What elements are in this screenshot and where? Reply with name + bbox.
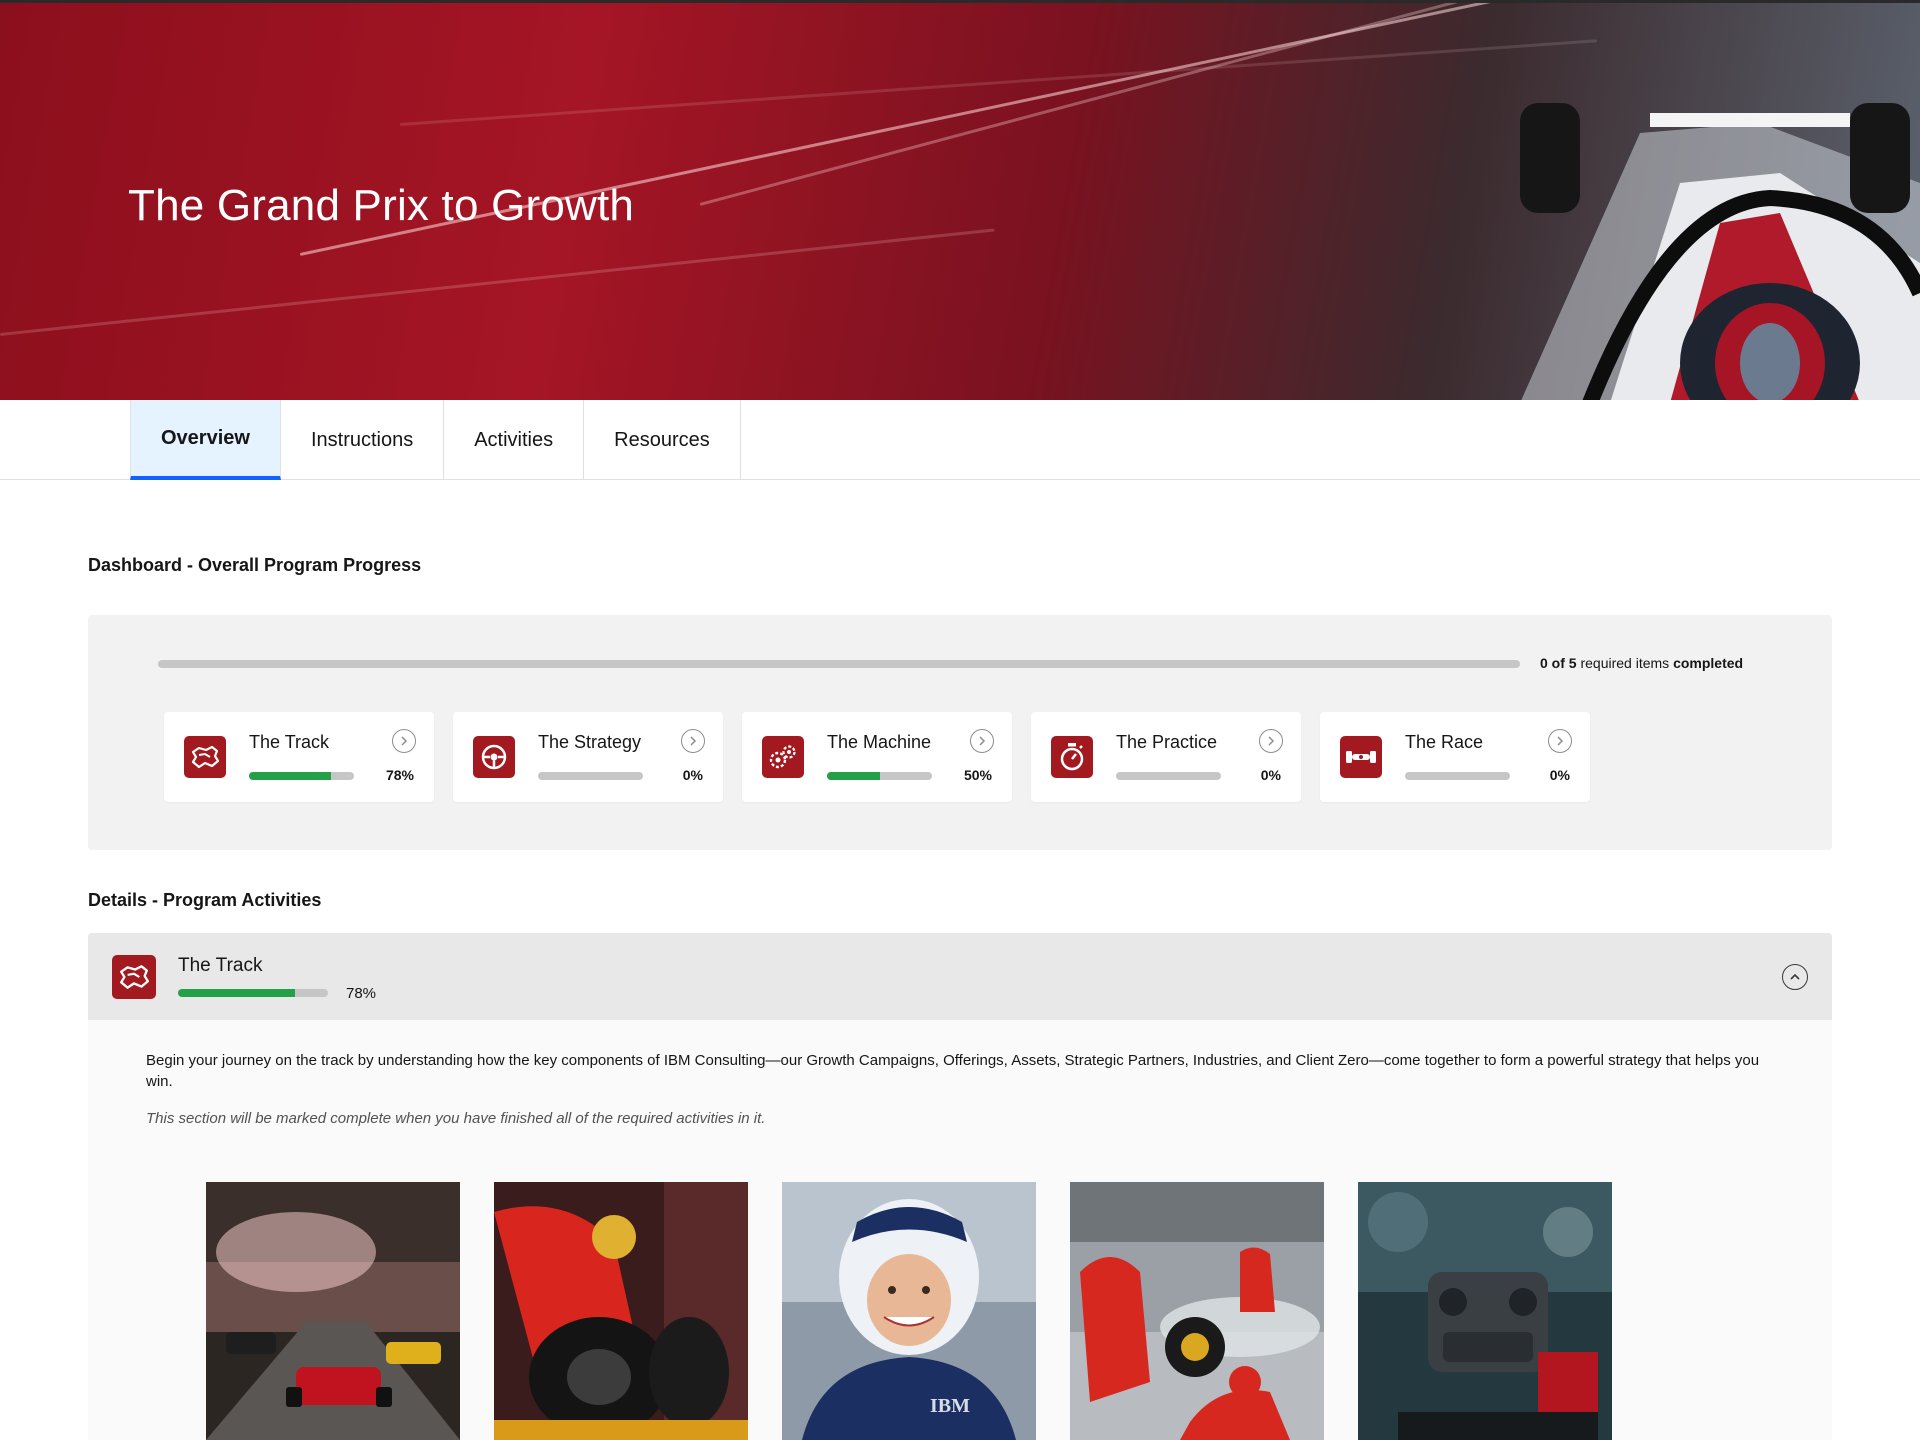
card-title: The Track (249, 732, 330, 752)
progress-card-race[interactable]: The Race 0% (1320, 712, 1590, 802)
tab-instructions[interactable]: Instructions (281, 400, 445, 480)
tab-resources[interactable]: Resources (584, 400, 741, 480)
race-car-icon (1340, 736, 1382, 778)
card-title: The Race (1405, 732, 1484, 752)
pit-stop-image (1070, 1182, 1324, 1440)
section-description: Begin your journey on the track by under… (146, 1052, 1760, 1090)
chevron-up-icon[interactable] (1782, 964, 1808, 990)
chevron-right-icon[interactable] (681, 729, 705, 753)
card-percent: 78% (385, 767, 414, 783)
card-progress-bar (249, 772, 354, 780)
tab-activities[interactable]: Activities (444, 400, 585, 480)
track-map-icon (112, 955, 156, 999)
overall-progress-bar (158, 660, 1520, 668)
card-progress-fill (827, 772, 880, 780)
activity-tile[interactable]: IBM (782, 1182, 1036, 1440)
card-percent: 0% (682, 767, 703, 783)
progress-card-track[interactable]: The Track 78% (164, 712, 434, 802)
overall-count: 0 of 5 (1540, 655, 1577, 671)
pit-crew-tire-image (494, 1182, 748, 1440)
progress-card-machine[interactable]: The Machine 50% (742, 712, 1012, 802)
driver-helmet-image: IBM (782, 1182, 1036, 1440)
dashboard-title: Dashboard - Overall Program Progress (88, 555, 422, 575)
speed-streak (0, 228, 995, 336)
card-progress-bar (1116, 772, 1221, 780)
overall-mid: required items (1576, 655, 1674, 671)
section-percent: 78% (346, 985, 377, 1002)
chevron-right-icon[interactable] (392, 729, 416, 753)
race-car-image (1520, 103, 1920, 400)
tab-bar: Overview Instructions Activities Resourc… (0, 400, 1920, 480)
progress-card-practice[interactable]: The Practice 0% (1031, 712, 1301, 802)
accordion-body-track: Begin your journey on the track by under… (88, 1020, 1832, 1440)
card-percent: 0% (1260, 767, 1281, 783)
chevron-right-icon[interactable] (1259, 729, 1283, 753)
dashboard-panel: 0 of 5 required items completed The Trac… (88, 615, 1832, 850)
card-progress-bar (827, 772, 932, 780)
tab-overview[interactable]: Overview (130, 400, 281, 480)
activity-tile[interactable] (206, 1182, 460, 1440)
speed-streak (399, 39, 1598, 126)
details-title: Details - Program Activities (88, 890, 322, 910)
activity-tile[interactable] (494, 1182, 748, 1440)
section-progress-fill (178, 989, 295, 997)
engine-image (1358, 1182, 1612, 1440)
card-percent: 0% (1549, 767, 1570, 783)
card-progress-fill (249, 772, 331, 780)
gears-icon (762, 736, 804, 778)
page-title: The Grand Prix to Growth (128, 181, 635, 230)
card-progress-bar (538, 772, 643, 780)
hero-banner: The Grand Prix to Growth (0, 0, 1920, 400)
activity-tile[interactable] (1358, 1182, 1612, 1440)
chevron-right-icon[interactable] (970, 729, 994, 753)
card-title: The Strategy (538, 732, 642, 752)
overall-end: completed (1673, 655, 1744, 671)
card-progress-bar (1405, 772, 1510, 780)
card-title: The Practice (1116, 732, 1218, 752)
overall-progress-text: 0 of 5 required items completed (1540, 655, 1743, 671)
chevron-right-icon[interactable] (1548, 729, 1572, 753)
race-cars-on-track-image (206, 1182, 460, 1440)
accordion-header-track[interactable]: The Track 78% (88, 933, 1832, 1020)
track-map-icon (184, 736, 226, 778)
stopwatch-icon (1051, 736, 1093, 778)
ibm-logo: IBM (930, 1395, 970, 1417)
activity-tile[interactable] (1070, 1182, 1324, 1440)
section-completion-note: This section will be marked complete whe… (146, 1110, 766, 1127)
card-title: The Machine (827, 732, 932, 752)
section-progress-bar (178, 989, 328, 997)
section-name: The Track (178, 955, 263, 976)
steering-wheel-icon (473, 736, 515, 778)
card-percent: 50% (963, 767, 992, 783)
progress-card-strategy[interactable]: The Strategy 0% (453, 712, 723, 802)
